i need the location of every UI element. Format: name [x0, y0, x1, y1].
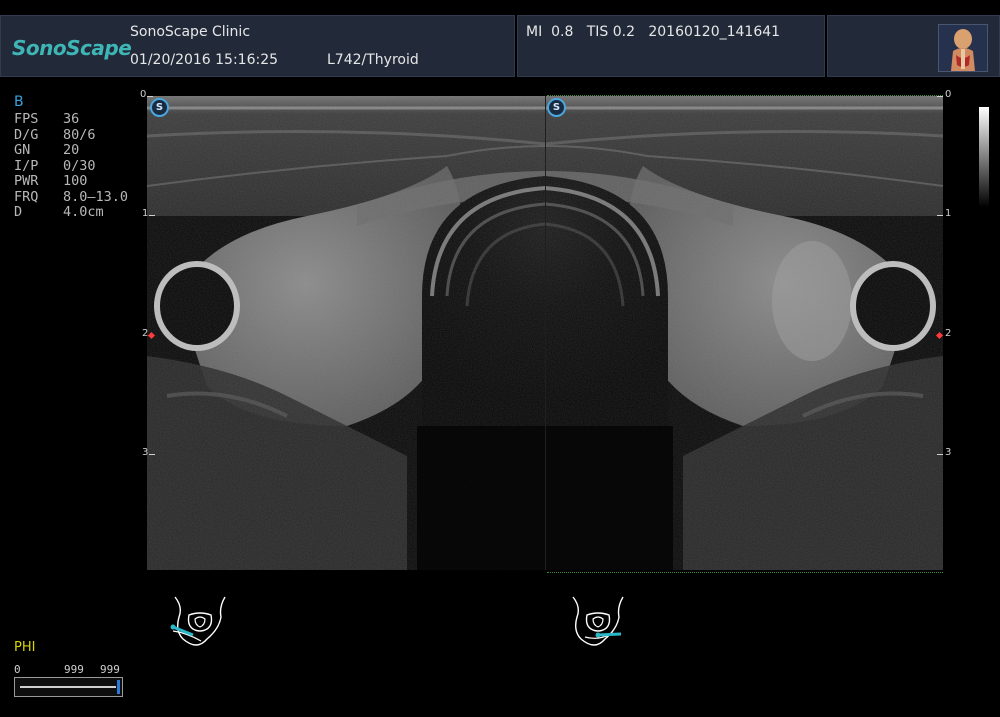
cine-progress-bar[interactable]	[14, 677, 123, 697]
param-row-pwr: PWR 100	[14, 173, 128, 190]
phi-bar-labels: 0 999 999	[14, 663, 122, 677]
param-row-ip: I/P 0/30	[14, 157, 128, 175]
param-value: 36	[63, 111, 80, 127]
dual-view-divider	[545, 96, 546, 570]
depth-label-right-0: 0	[945, 89, 952, 100]
depth-label-right-1: 1	[945, 208, 952, 219]
param-key: D/G	[14, 126, 39, 143]
param-row-frq: FRQ 8.0–13.0	[14, 188, 129, 206]
param-key: FPS	[14, 111, 39, 127]
param-key: I/P	[14, 157, 39, 174]
thyroid-anatomy-icon[interactable]	[938, 24, 988, 72]
depth-label-left-3: 3	[142, 447, 149, 458]
phi-label: PHI	[14, 640, 36, 655]
exam-datetime: 01/20/2016 15:16:25	[130, 52, 279, 68]
depth-tick	[149, 454, 155, 455]
depth-tick	[937, 96, 943, 97]
imaging-mode-label: B	[14, 94, 24, 110]
depth-label-left-2: 2	[142, 328, 149, 339]
parameter-list: FPS 36 D/G 80/6 GN 20 I/P 0/30 PWR 100 F…	[14, 111, 129, 221]
cine-cursor[interactable]	[117, 680, 120, 694]
param-key: GN	[14, 142, 31, 158]
left-panel-s-badge[interactable]: S	[150, 98, 169, 117]
clinic-name: SonoScape Clinic	[130, 24, 251, 40]
header-bar: SonoScape SonoScape Clinic 01/20/2016 15…	[0, 0, 1000, 80]
cine-track	[20, 686, 116, 688]
phi-bar-max: 999	[100, 663, 120, 676]
param-value: 20	[63, 142, 80, 158]
active-panel-bottom-border	[547, 572, 943, 574]
sonoscape-logo: SonoScape	[12, 36, 132, 60]
body-marker-right-icon[interactable]	[565, 593, 631, 653]
depth-label-left-1: 1	[142, 208, 149, 219]
param-row-dg: D/G 80/6	[14, 126, 128, 144]
safety-indices: MI 0.8 TIS 0.2 20160120_141641	[526, 24, 781, 40]
right-panel-s-badge[interactable]: S	[547, 98, 566, 117]
depth-label-right-2: 2	[945, 328, 952, 339]
depth-label-left-0: 0	[140, 89, 147, 100]
param-key: D	[14, 204, 23, 220]
param-value: 100	[63, 173, 88, 189]
depth-tick	[937, 215, 943, 216]
param-value: 4.0cm	[63, 204, 104, 220]
param-value: 8.0–13.0	[63, 188, 129, 205]
param-row-depth: D 4.0cm	[14, 204, 128, 221]
grayscale-bar	[979, 107, 989, 207]
depth-tick	[937, 454, 943, 455]
param-row-fps: FPS 36	[14, 111, 128, 128]
probe-preset: L742/Thyroid	[327, 52, 419, 68]
depth-tick	[147, 96, 153, 97]
param-key: PWR	[14, 173, 39, 189]
param-key: FRQ	[14, 188, 39, 205]
phi-bar-mid: 999	[64, 663, 84, 676]
param-value: 80/6	[63, 126, 96, 143]
body-marker-left-icon[interactable]	[167, 593, 233, 653]
depth-label-right-3: 3	[945, 447, 952, 458]
active-panel-top-border	[547, 95, 943, 97]
depth-tick	[149, 215, 155, 216]
phi-bar-min: 0	[14, 663, 21, 676]
param-value: 0/30	[63, 157, 96, 174]
param-row-gn: GN 20	[14, 142, 128, 159]
